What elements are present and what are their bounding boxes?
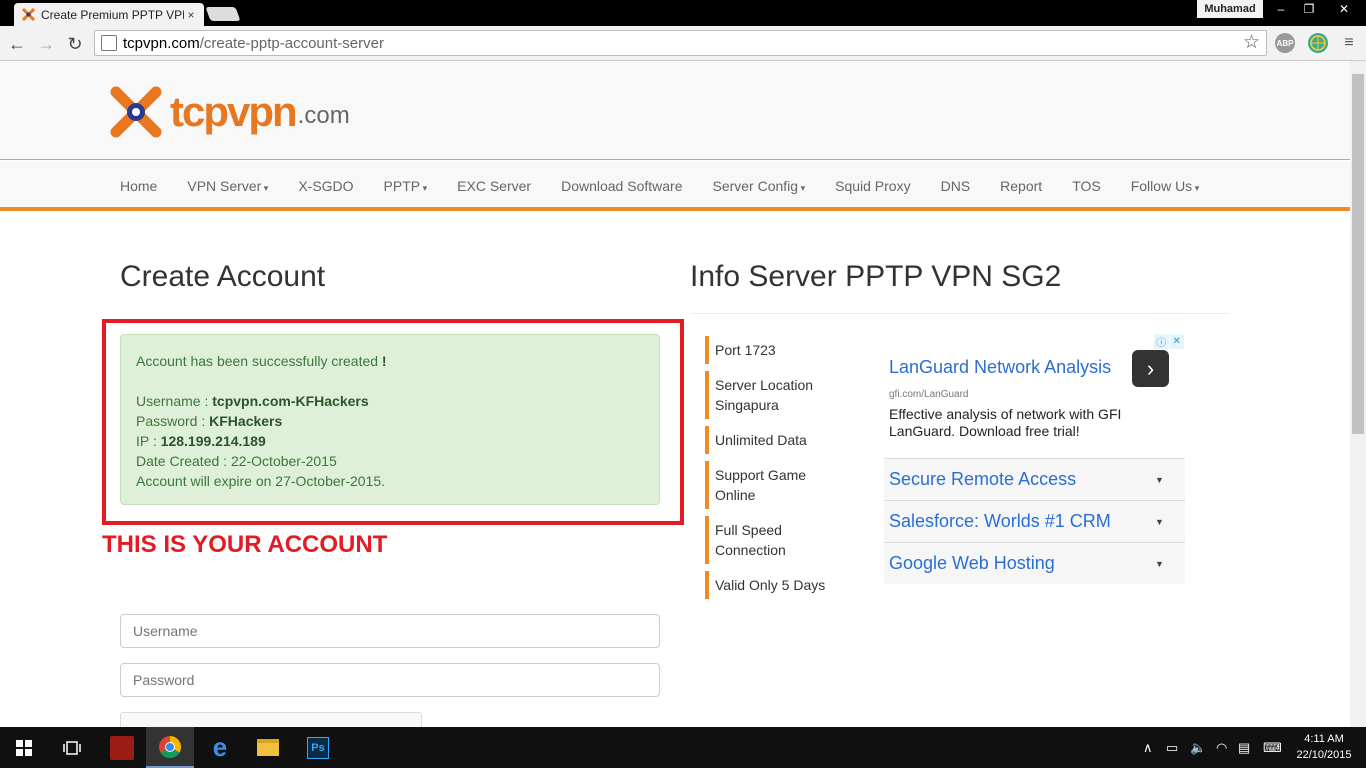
new-tab-button[interactable]: [205, 7, 241, 21]
edge-icon[interactable]: e: [196, 727, 244, 768]
tab-close-icon[interactable]: ×: [184, 8, 198, 22]
tab-title: Create Premium PPTP VPN: [41, 7, 184, 22]
logo-word: tcpvpn: [170, 88, 298, 135]
info-item: Full Speed Connection: [705, 516, 840, 564]
keyboard-icon[interactable]: ⌨: [1263, 740, 1282, 756]
wifi-icon[interactable]: ◠: [1216, 740, 1227, 756]
annotation-label: THIS IS YOUR ACCOUNT: [102, 531, 388, 558]
adchoices-badge[interactable]: ⓘ ✕: [1154, 334, 1185, 349]
photoshop-icon[interactable]: Ps: [294, 727, 342, 768]
clock-time: 4:11 AM: [1304, 733, 1344, 745]
info-item: Server Location Singapura: [705, 371, 840, 419]
chrome-taskbar-icon[interactable]: [146, 727, 194, 768]
logo-mark-icon: [110, 86, 162, 138]
url-domain: tcpvpn.com: [123, 34, 200, 52]
ad-headline[interactable]: LanGuard Network Analysis: [889, 357, 1111, 378]
create-account-title: Create Account: [120, 260, 326, 293]
chrome-menu-icon[interactable]: ≡: [1341, 34, 1357, 52]
nav-item-pptp[interactable]: PPTP ▾: [369, 178, 443, 194]
caret-down-icon: ▾: [798, 183, 806, 193]
ad-link-row[interactable]: Google Web Hosting ▼: [884, 542, 1185, 584]
ad-description[interactable]: Effective analysis of network with GFI L…: [889, 406, 1149, 440]
nav-item-tos[interactable]: TOS: [1057, 178, 1116, 194]
minimize-icon[interactable]: ‒: [1266, 0, 1296, 18]
nav-item-dns[interactable]: DNS: [926, 178, 986, 194]
adchoices-info-icon[interactable]: ⓘ: [1154, 334, 1169, 349]
info-item: Valid Only 5 Days: [705, 571, 840, 599]
bookmark-star-icon[interactable]: ☆: [1243, 31, 1260, 54]
info-item: Unlimited Data: [705, 426, 840, 454]
date-created-line: Date Created : 22-October-2015: [136, 453, 337, 469]
nav-item-vpn-server[interactable]: VPN Server ▾: [172, 178, 283, 194]
nav-item-report[interactable]: Report: [985, 178, 1057, 194]
nav-item-download-software[interactable]: Download Software: [546, 178, 697, 194]
page-icon: [101, 35, 117, 51]
restore-icon[interactable]: ❐: [1296, 0, 1322, 18]
tcpvpn-favicon-icon: [21, 7, 36, 22]
password-input[interactable]: [120, 663, 660, 697]
back-arrow-icon[interactable]: ←: [6, 33, 28, 55]
reload-icon[interactable]: ↻: [64, 33, 86, 55]
chevron-down-icon: ▼: [1155, 516, 1164, 527]
taskbar-clock[interactable]: 4:11 AM 22/10/2015: [1290, 731, 1358, 763]
success-message: Account has been successfully created !: [136, 353, 387, 369]
site-logo[interactable]: tcpvpn .com: [110, 84, 360, 140]
task-view-icon[interactable]: [48, 727, 96, 768]
ad-arrow-icon[interactable]: ›: [1132, 350, 1169, 387]
chevron-down-icon: ▼: [1155, 474, 1164, 485]
globe-extension-icon[interactable]: [1308, 33, 1328, 53]
username-line: Username : tcpvpn.com-KFHackers: [136, 393, 369, 409]
nav-item-exc-server[interactable]: EXC Server: [442, 178, 546, 194]
adchoices-close-icon[interactable]: ✕: [1169, 334, 1184, 349]
volume-icon[interactable]: 🔈: [1190, 740, 1206, 756]
url-path: /create-pptp-account-server: [199, 34, 384, 52]
ad-url[interactable]: gfi.com/LanGuard: [889, 389, 969, 400]
scrollbar-thumb[interactable]: [1352, 74, 1364, 434]
username-input[interactable]: [120, 614, 660, 648]
browser-titlebar: [0, 0, 1366, 26]
logo-suffix: .com: [297, 102, 350, 129]
nav-item-home[interactable]: Home: [105, 178, 172, 194]
success-alert: Account has been successfully created ! …: [120, 334, 660, 505]
chevron-down-icon: ▼: [1155, 558, 1164, 569]
clock-date: 22/10/2015: [1296, 749, 1352, 761]
adblock-plus-icon[interactable]: ABP: [1275, 33, 1295, 53]
window-close-icon[interactable]: ✕: [1322, 0, 1366, 18]
dota2-icon[interactable]: [98, 727, 146, 768]
battery-icon[interactable]: ▭: [1166, 740, 1178, 756]
ad-link-row[interactable]: Secure Remote Access ▼: [884, 458, 1185, 500]
password-line: Password : KFHackers: [136, 413, 283, 429]
ad-link-row[interactable]: Salesforce: Worlds #1 CRM ▼: [884, 500, 1185, 542]
info-server-title: Info Server PPTP VPN SG2: [690, 260, 1062, 293]
browser-tab[interactable]: Create Premium PPTP VPN ×: [14, 3, 204, 26]
info-item: Port 1723: [705, 336, 840, 364]
caret-down-icon: ▾: [1192, 183, 1200, 193]
ip-line: IP : 128.199.214.189: [136, 433, 266, 449]
main-navbar: Home VPN Server ▾ X-SGDO PPTP ▾ EXC Server Do…: [0, 161, 1350, 211]
info-divider: [690, 313, 1230, 314]
nav-item-x-sgdo[interactable]: X-SGDO: [283, 178, 368, 194]
show-hidden-icons-icon[interactable]: ∧: [1143, 740, 1153, 756]
profile-button[interactable]: Muhamad: [1197, 0, 1263, 18]
info-item: Support Game Online: [705, 461, 840, 509]
nav-item-follow-us[interactable]: Follow Us ▾: [1116, 178, 1215, 194]
address-bar[interactable]: tcpvpn.com/create-pptp-account-server: [94, 30, 1267, 56]
caret-down-icon: ▾: [420, 183, 428, 193]
notifications-icon[interactable]: ▤: [1238, 740, 1250, 756]
nav-item-squid-proxy[interactable]: Squid Proxy: [820, 178, 925, 194]
caret-down-icon: ▾: [261, 183, 269, 193]
file-explorer-icon[interactable]: [244, 727, 292, 768]
nav-item-server-config[interactable]: Server Config ▾: [697, 178, 820, 194]
expire-line: Account will expire on 27-October-2015.: [136, 473, 386, 489]
windows-start-icon[interactable]: [0, 727, 48, 768]
forward-arrow-icon[interactable]: →: [35, 33, 57, 55]
